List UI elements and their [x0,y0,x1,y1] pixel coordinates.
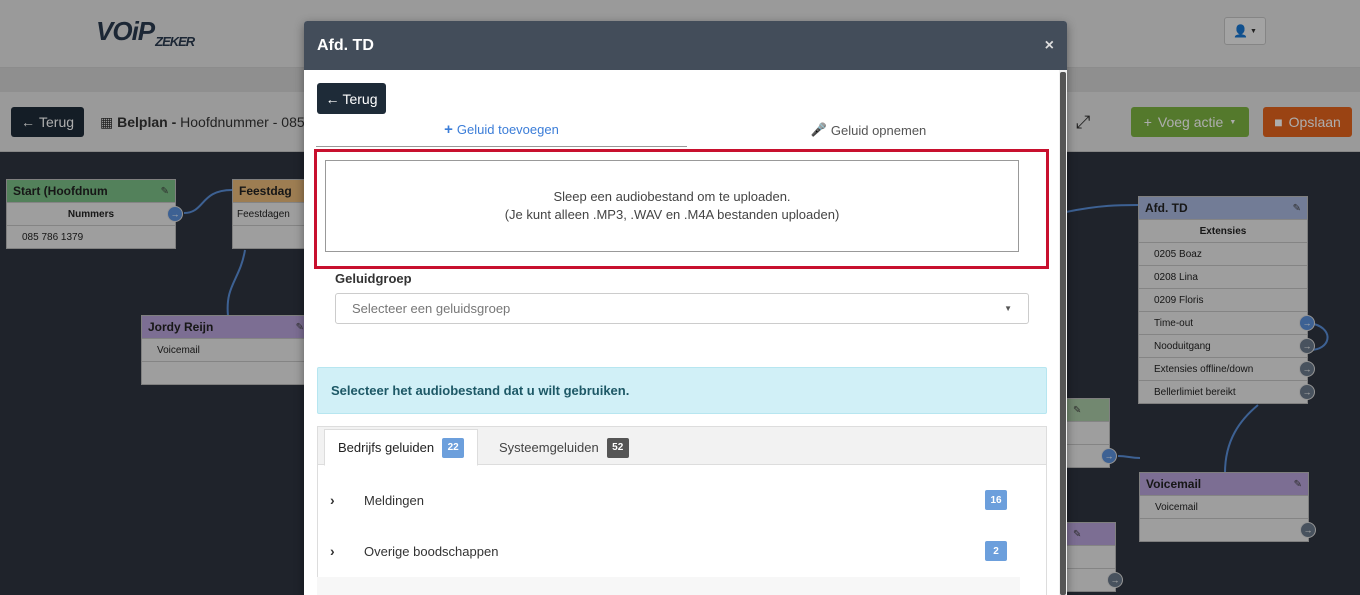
caret-down-icon: ▼ [1004,304,1012,313]
chevron-right-icon: › [330,492,335,508]
modal-scrollbar[interactable] [1059,70,1067,595]
plus-icon: + [444,121,453,138]
sound-group-label: Geluidgroep [335,271,412,286]
microphone-icon: 🎤 [810,122,827,137]
info-alert: Selecteer het audiobestand dat u wilt ge… [317,367,1047,414]
scrollbar-thumb[interactable] [1060,72,1066,595]
count-badge: 2 [985,541,1007,561]
sound-modal: Afd. TD × ← Terug + Geluid toevoegen 🎤 Gelu… [304,21,1067,595]
category-row-partial[interactable] [317,577,1020,595]
modal-back-button[interactable]: ← Terug [317,83,386,114]
count-badge: 16 [985,490,1007,510]
count-badge: 52 [606,437,629,458]
audio-dropzone[interactable]: Sleep een audiobestand om te uploaden. (… [325,160,1019,252]
arrow-left-icon: ← [325,90,340,107]
chevron-right-icon: › [330,543,335,559]
tab-company-sounds[interactable]: Bedrijfs geluiden 22 [324,429,479,466]
count-badge: 22 [442,437,465,458]
modal-header: Afd. TD × [304,21,1067,70]
category-row-meldingen[interactable]: › Meldingen 16 [317,475,1020,525]
modal-title: Afd. TD [317,36,374,54]
close-icon[interactable]: × [1045,37,1054,55]
category-row-overige[interactable]: › Overige boodschappen 2 [317,526,1020,576]
tab-add-sound[interactable]: + Geluid toevoegen [316,113,687,147]
tab-system-sounds[interactable]: Systeemgeluiden 52 [486,429,642,466]
sound-group-select[interactable]: Selecteer een geluidsgroep ▼ [335,293,1029,324]
tab-record-sound[interactable]: 🎤 Geluid opnemen [687,113,1050,147]
